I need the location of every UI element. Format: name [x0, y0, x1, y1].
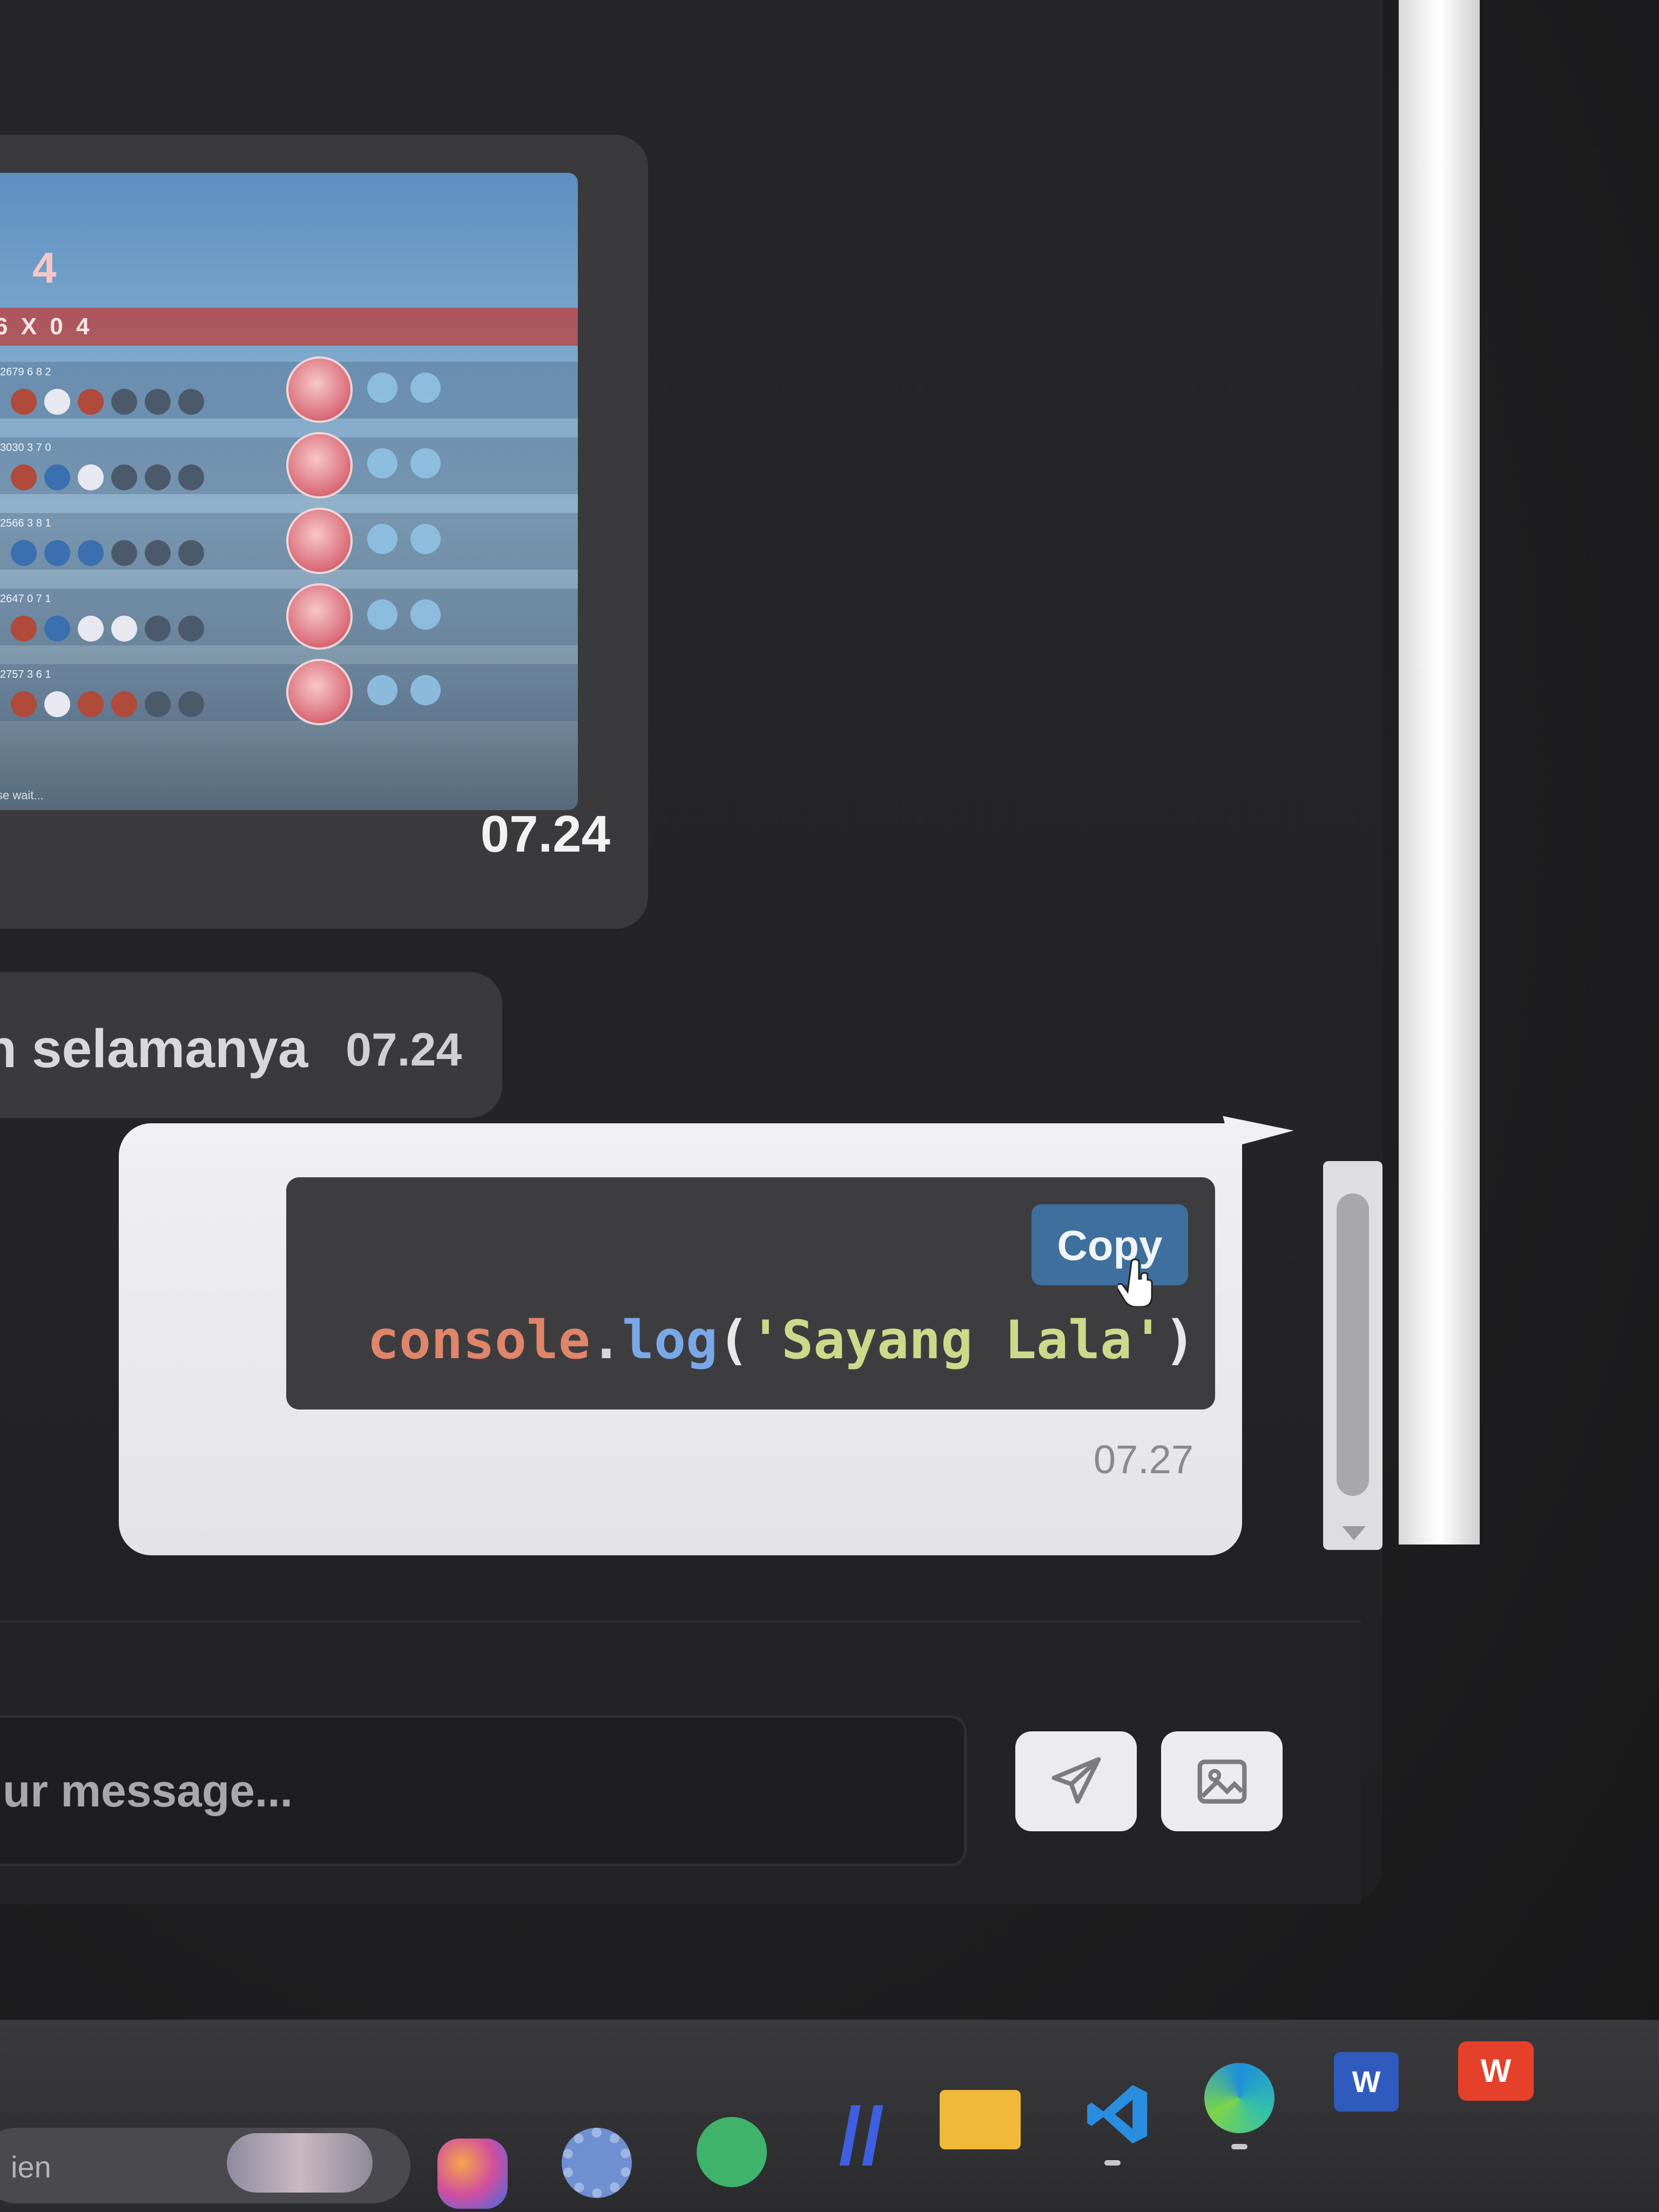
- flame-icon: [410, 524, 441, 554]
- player-row: 2566 3 8 1: [0, 508, 578, 575]
- round-label: 4: [32, 244, 57, 292]
- player-stats: 3030 3 7 0: [0, 442, 51, 454]
- flame-icon: [410, 373, 441, 403]
- text-message-bubble[interactable]: n selamanya 07.24: [0, 972, 502, 1118]
- code-token-method: log: [622, 1310, 718, 1371]
- game-footer-text: Please wait...: [0, 788, 44, 802]
- player-row: 2647 0 7 1: [0, 583, 578, 651]
- code-token-dot: .: [590, 1310, 623, 1371]
- taskbar: ien // W W: [0, 2020, 1659, 2212]
- code-token-open-paren: (: [718, 1310, 750, 1371]
- item-slots: [11, 464, 204, 490]
- player-stats: 2679 6 8 2: [0, 366, 51, 378]
- hand-cursor-icon: [1118, 1258, 1153, 1307]
- game-screenshot-image[interactable]: 4 6 X 0 4 2679 6 8 2 3030 3 7 0 2566 3 8…: [0, 173, 578, 810]
- player-row: 2679 6 8 2: [0, 356, 578, 424]
- like-icon: [367, 448, 397, 478]
- player-row: 3030 3 7 0: [0, 432, 578, 500]
- flame-icon: [410, 675, 441, 705]
- hero-avatar: [286, 356, 353, 423]
- code-message-bubble[interactable]: Copy console.log('Sayang Lala') 07.27: [119, 1099, 1294, 1555]
- screen: 4 6 X 0 4 2679 6 8 2 3030 3 7 0 2566 3 8…: [0, 0, 1659, 2212]
- search-highlight-image: [227, 2133, 373, 2193]
- wps-icon[interactable]: W: [1458, 2041, 1534, 2101]
- like-icon: [367, 599, 397, 630]
- message-text: n selamanya: [0, 1019, 308, 1079]
- message-time: 07.24: [346, 1024, 462, 1076]
- bubble-tail: [1223, 1099, 1294, 1148]
- like-icon: [367, 675, 397, 705]
- hero-avatar: [286, 432, 353, 498]
- taskbar-search[interactable]: ien: [0, 2128, 410, 2203]
- code-line: console.log('Sayang Lala'): [367, 1310, 1196, 1371]
- like-icon: [367, 373, 397, 403]
- active-indicator: [1104, 2160, 1121, 2166]
- image-message-bubble[interactable]: 4 6 X 0 4 2679 6 8 2 3030 3 7 0 2566 3 8…: [0, 135, 648, 929]
- send-icon: [1051, 1757, 1101, 1804]
- item-slots: [11, 616, 204, 642]
- like-icon: [367, 524, 397, 554]
- file-explorer-icon[interactable]: [940, 2090, 1021, 2149]
- word-icon[interactable]: W: [1334, 2052, 1399, 2112]
- message-input[interactable]: [0, 1715, 967, 1866]
- item-slots: [11, 691, 204, 717]
- code-token-string: 'Sayang Lala': [750, 1310, 1164, 1371]
- hero-avatar: [286, 508, 353, 574]
- settings-icon[interactable]: [562, 2128, 632, 2198]
- hero-avatar: [286, 583, 353, 650]
- item-slots: [11, 540, 204, 566]
- player-stats: 2757 3 6 1: [0, 669, 51, 680]
- item-slots: [11, 389, 204, 415]
- code-token-close-paren: ): [1164, 1310, 1196, 1371]
- chat-panel: 4 6 X 0 4 2679 6 8 2 3030 3 7 0 2566 3 8…: [0, 0, 1382, 1904]
- slash-app-icon[interactable]: //: [826, 2095, 896, 2176]
- player-stats: 2647 0 7 1: [0, 593, 51, 605]
- code-token-object: console: [367, 1310, 591, 1371]
- send-button[interactable]: [1015, 1731, 1137, 1831]
- vscode-icon[interactable]: [1080, 2079, 1150, 2149]
- taskbar-search-label: ien: [11, 2150, 51, 2184]
- copy-button[interactable]: Copy: [1031, 1204, 1188, 1285]
- message-time: 07.24: [480, 805, 610, 863]
- scroll-down-icon[interactable]: [1342, 1526, 1366, 1540]
- active-indicator: [1231, 2144, 1247, 2149]
- flame-icon: [410, 599, 441, 630]
- code-block[interactable]: Copy console.log('Sayang Lala'): [286, 1177, 1215, 1410]
- message-composer: [0, 1620, 1361, 1904]
- scrollbar-thumb[interactable]: [1337, 1193, 1369, 1496]
- whatsapp-icon[interactable]: [697, 2117, 767, 2187]
- image-icon: [1197, 1759, 1246, 1804]
- message-time: 07.27: [1093, 1437, 1193, 1482]
- player-row: 2757 3 6 1: [0, 659, 578, 726]
- edge-icon[interactable]: [1204, 2063, 1274, 2133]
- hero-avatar: [286, 659, 353, 725]
- player-stats: 2566 3 8 1: [0, 517, 51, 529]
- flame-icon: [410, 448, 441, 478]
- window-edge: [1399, 0, 1480, 1545]
- score-banner-text: 6 X 0 4: [0, 313, 93, 340]
- chat-scrollbar[interactable]: [1323, 1161, 1382, 1550]
- copilot-icon[interactable]: [437, 2139, 508, 2209]
- image-upload-button[interactable]: [1161, 1731, 1283, 1831]
